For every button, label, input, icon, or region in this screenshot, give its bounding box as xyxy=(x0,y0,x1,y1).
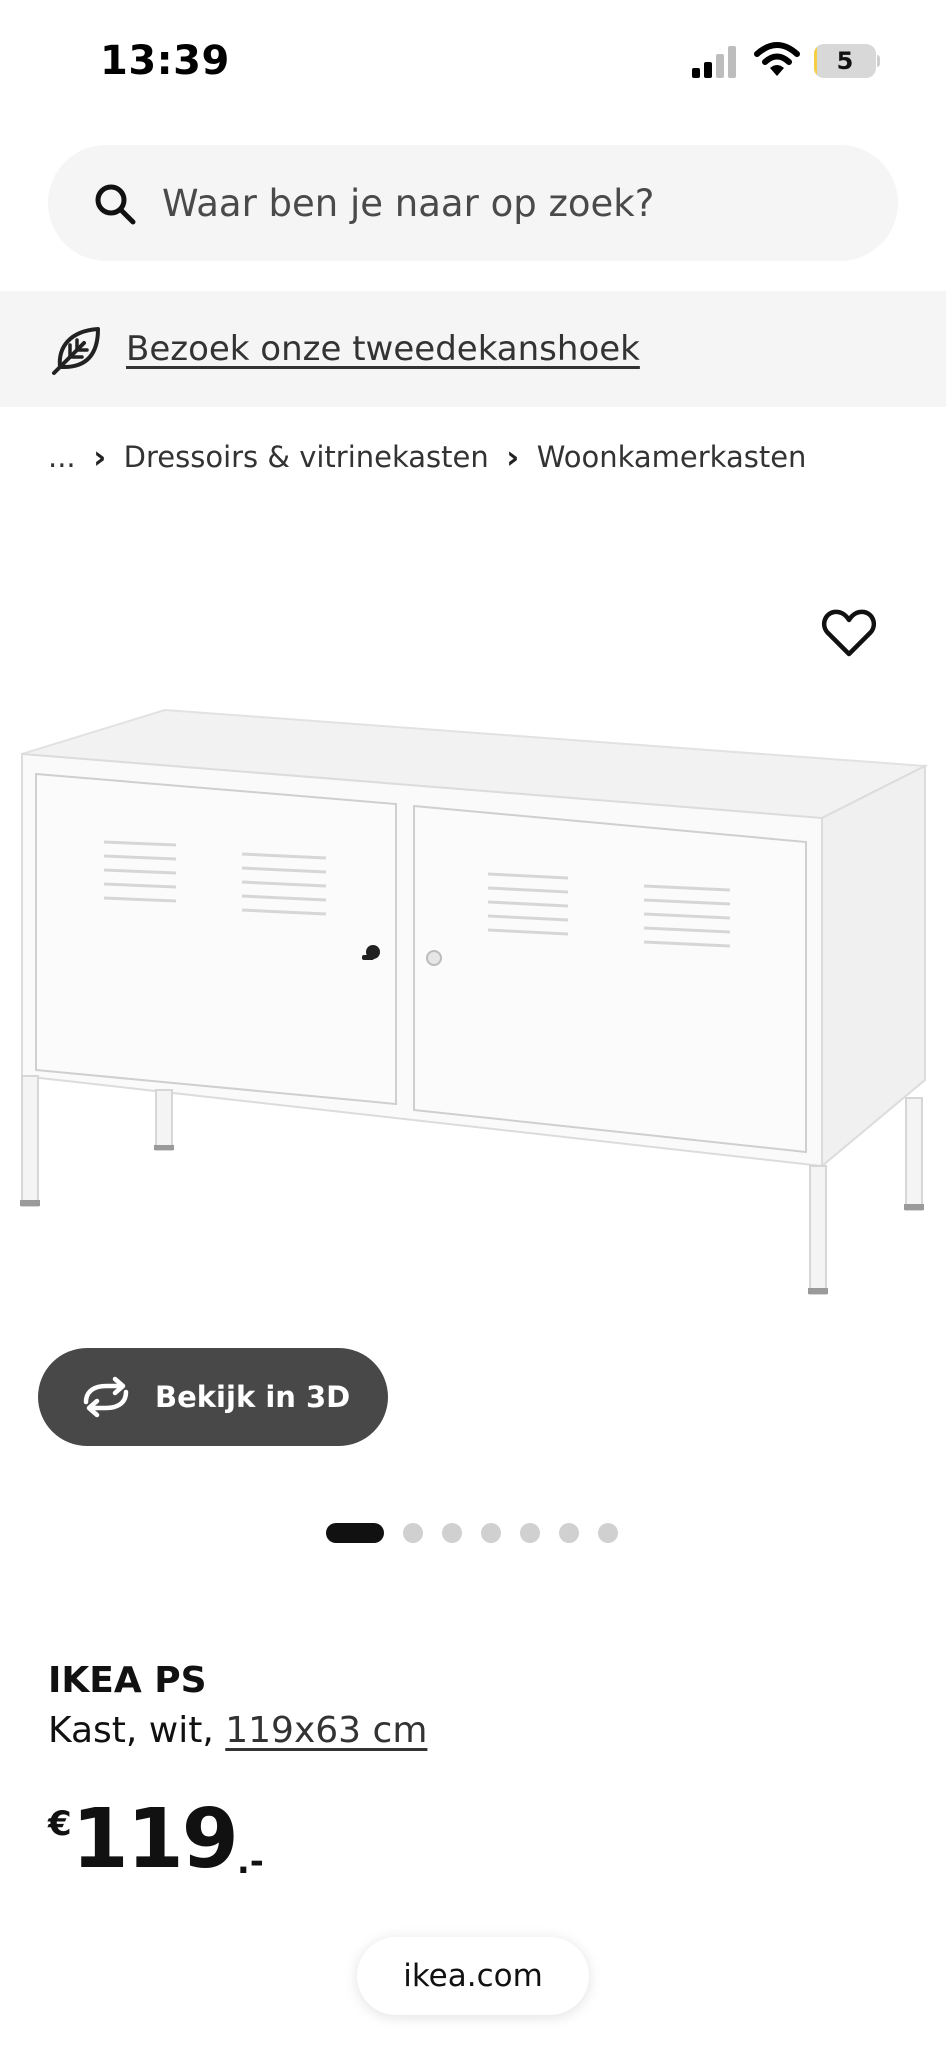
product-size-link[interactable]: 119x63 cm xyxy=(225,1710,427,1751)
view-3d-button[interactable]: Bekijk in 3D xyxy=(38,1348,388,1446)
wifi-icon xyxy=(754,42,800,76)
breadcrumb-ellipsis[interactable]: ... xyxy=(48,440,76,474)
breadcrumb: ... › Dressoirs & vitrinekasten › Woonka… xyxy=(48,432,806,482)
search-icon[interactable] xyxy=(92,181,138,227)
second-chance-banner: Bezoek onze tweedekanshoek xyxy=(0,291,946,407)
price-currency: € xyxy=(48,1804,72,1844)
breadcrumb-separator: › xyxy=(93,438,107,476)
product-price: € 119 .- xyxy=(48,1790,264,1890)
carousel-dot[interactable] xyxy=(442,1523,462,1543)
search-bar[interactable] xyxy=(48,145,898,261)
heart-icon[interactable] xyxy=(820,604,878,662)
search-input[interactable] xyxy=(162,145,862,261)
battery-level: 5 xyxy=(836,47,854,75)
carousel-dot[interactable] xyxy=(598,1523,618,1543)
leaf-icon xyxy=(52,327,100,375)
breadcrumb-woonkamerkasten[interactable]: Woonkamerkasten xyxy=(537,440,807,474)
product-name: IKEA PS xyxy=(48,1660,207,1701)
carousel-dot[interactable] xyxy=(481,1523,501,1543)
battery-icon: 5 xyxy=(814,44,880,80)
status-time: 13:39 xyxy=(100,38,230,84)
price-amount: 119 xyxy=(71,1792,239,1887)
rotate-3d-icon xyxy=(83,1376,129,1418)
signal-icon xyxy=(692,46,736,78)
view-3d-label: Bekijk in 3D xyxy=(155,1380,351,1414)
breadcrumb-dressoirs[interactable]: Dressoirs & vitrinekasten xyxy=(124,440,489,474)
second-chance-link[interactable]: Bezoek onze tweedekanshoek xyxy=(126,291,640,407)
carousel-dot[interactable] xyxy=(559,1523,579,1543)
carousel-dot[interactable] xyxy=(520,1523,540,1543)
carousel-dot[interactable] xyxy=(403,1523,423,1543)
product-description: Kast, wit, 119x63 cm xyxy=(48,1710,427,1751)
browser-url-bar[interactable]: ikea.com xyxy=(357,1937,589,2015)
breadcrumb-separator: › xyxy=(506,438,520,476)
product-image[interactable] xyxy=(0,580,946,1360)
status-bar: 13:39 5 xyxy=(0,0,946,120)
price-suffix: .- xyxy=(236,1842,264,1882)
product-description-prefix: Kast, wit, xyxy=(48,1710,226,1751)
carousel-dots xyxy=(326,1522,637,1544)
carousel-dot-active[interactable] xyxy=(326,1523,384,1543)
